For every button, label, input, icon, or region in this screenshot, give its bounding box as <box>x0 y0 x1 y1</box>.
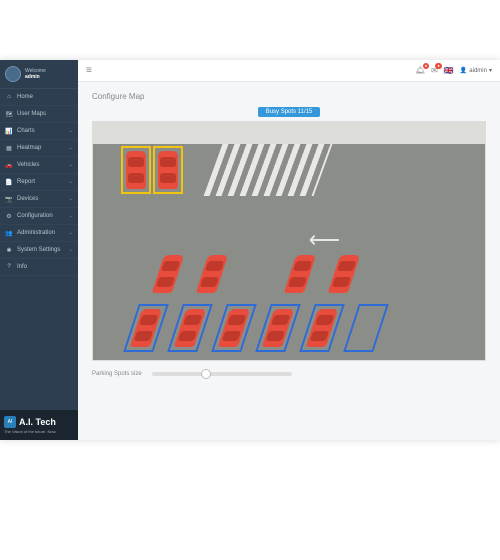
nav-label: Charts <box>17 128 69 134</box>
nav-icon: ✱ <box>5 246 13 254</box>
car-icon <box>126 151 146 189</box>
slider-thumb[interactable] <box>201 369 211 379</box>
username: admin <box>25 74 46 80</box>
nav-icon: ▦ <box>5 144 13 152</box>
main-area: ≡ 🛎● ✉● 🇬🇧 👤 aidmin ▾ Configure Map Busy… <box>78 60 500 440</box>
nav-icon: ? <box>5 263 13 271</box>
chevron-down-icon: ⌄ <box>69 196 73 202</box>
brand-footer: AI A.I. Tech The Vision of the future. N… <box>0 410 78 440</box>
parking-map[interactable]: ⟵ <box>92 121 486 361</box>
spot-size-slider[interactable] <box>152 372 292 376</box>
nav-label: Vehicles <box>17 162 69 168</box>
chevron-down-icon: ⌄ <box>69 179 73 185</box>
nav-icon: 👥 <box>5 229 13 237</box>
topbar: ≡ 🛎● ✉● 🇬🇧 👤 aidmin ▾ <box>78 60 500 82</box>
sidebar-item-heatmap[interactable]: ▦ Heatmap⌄ <box>0 140 78 157</box>
arrow-left-icon: ⟵ <box>309 227 341 253</box>
sidebar-item-user-maps[interactable]: 🗺 User Maps <box>0 106 78 123</box>
profile-block[interactable]: Welcome admin <box>0 60 78 89</box>
nav-icon: 📄 <box>5 178 13 186</box>
nav-icon: 📷 <box>5 195 13 203</box>
brand-tagline: The Vision of the future. Now. <box>4 429 74 434</box>
chevron-down-icon: ⌄ <box>69 213 73 219</box>
nav-label: System Settings <box>17 247 69 253</box>
nav-list: ⌂Home🗺User Maps📊Charts⌄▦Heatmap⌄🚗Vehicle… <box>0 89 78 410</box>
nav-icon: 📊 <box>5 127 13 135</box>
nav-icon: ⚙ <box>5 212 13 220</box>
sidebar-item-configuration[interactable]: ⚙ Configuration⌄ <box>0 208 78 225</box>
chevron-down-icon: ⌄ <box>69 128 73 134</box>
notif1-icon[interactable]: 🛎● <box>415 66 425 75</box>
slider-row: Parking Spots size <box>92 371 486 377</box>
nav-label: User Maps <box>17 111 73 117</box>
chevron-down-icon: ⌄ <box>69 230 73 236</box>
notif2-badge: ● <box>435 63 441 69</box>
brand-logo-icon: AI <box>4 416 16 428</box>
slider-label: Parking Spots size <box>92 371 142 377</box>
nav-label: Devices <box>17 196 69 202</box>
nav-icon: 🗺 <box>5 110 13 118</box>
avatar <box>5 66 21 82</box>
lane-top <box>93 122 485 144</box>
sidebar-item-devices[interactable]: 📷 Devices⌄ <box>0 191 78 208</box>
notif1-badge: ● <box>423 63 429 69</box>
nav-label: Administration <box>17 230 69 236</box>
nav-icon: 🚗 <box>5 161 13 169</box>
nav-label: Heatmap <box>17 145 69 151</box>
sidebar-item-charts[interactable]: 📊 Charts⌄ <box>0 123 78 140</box>
sidebar-item-report[interactable]: 📄 Report⌄ <box>0 174 78 191</box>
welcome-text: Welcome admin <box>25 68 46 80</box>
sidebar-item-vehicles[interactable]: 🚗 Vehicles⌄ <box>0 157 78 174</box>
parking-spot[interactable] <box>343 304 389 352</box>
topbar-username: aidmin <box>469 68 487 74</box>
busy-spots-pill[interactable]: Busy Spots 11/15 <box>258 107 321 117</box>
chevron-down-icon: ⌄ <box>69 162 73 168</box>
parking-spot[interactable] <box>233 250 279 298</box>
car-icon <box>158 151 178 189</box>
chevron-down-icon: ▾ <box>489 67 492 74</box>
nav-label: Info <box>17 264 73 270</box>
content: Configure Map Busy Spots 11/15 ⟵ Parking… <box>78 82 500 440</box>
brand-name: A.I. Tech <box>19 417 56 427</box>
notif2-icon[interactable]: ✉● <box>431 66 438 75</box>
nav-label: Home <box>17 94 73 100</box>
hamburger-icon[interactable]: ≡ <box>86 65 92 76</box>
page-title: Configure Map <box>92 92 486 101</box>
app-shell: Welcome admin ⌂Home🗺User Maps📊Charts⌄▦He… <box>0 60 500 440</box>
language-flag-icon[interactable]: 🇬🇧 <box>444 66 454 75</box>
nav-label: Report <box>17 179 69 185</box>
sidebar-item-info[interactable]: ? Info <box>0 259 78 276</box>
chevron-down-icon: ⌄ <box>69 145 73 151</box>
user-icon: 👤 <box>460 67 467 74</box>
nav-icon: ⌂ <box>5 93 13 101</box>
sidebar-item-system-settings[interactable]: ✱ System Settings⌄ <box>0 242 78 259</box>
sidebar-item-home[interactable]: ⌂ Home <box>0 89 78 106</box>
sidebar-item-administration[interactable]: 👥 Administration⌄ <box>0 225 78 242</box>
crosswalk <box>204 144 333 196</box>
user-dropdown[interactable]: 👤 aidmin ▾ <box>460 67 492 74</box>
nav-label: Configuration <box>17 213 69 219</box>
sidebar: Welcome admin ⌂Home🗺User Maps📊Charts⌄▦He… <box>0 60 78 440</box>
chevron-down-icon: ⌄ <box>69 247 73 253</box>
